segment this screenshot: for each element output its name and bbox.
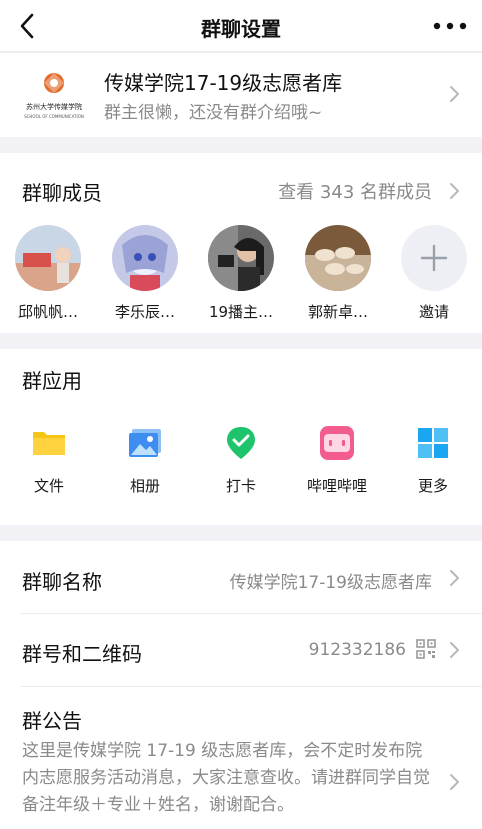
app-label: 哔哩哔哩 (306, 477, 367, 495)
check-in-icon (227, 427, 255, 459)
chevron-right-icon (450, 570, 459, 586)
invite-button[interactable]: 邀请 (391, 225, 477, 322)
chevron-right-icon (450, 642, 459, 658)
group-name-row[interactable]: 群聊名称 传媒学院17-19级志愿者库 (0, 541, 482, 613)
group-id-value: 912332186 (308, 640, 406, 660)
app-label: 更多 (417, 477, 448, 495)
svg-text:SCHOOL OF COMMUNICATION: SCHOOL OF COMMUNICATION (24, 114, 84, 119)
plus-icon[interactable] (401, 225, 467, 291)
members-section: 群聊成员 查看 343 名群成员 邱帆帆… 李乐辰… 19播主… 郭新卓… 邀请 (0, 153, 482, 333)
member-item[interactable]: 李乐辰… (102, 225, 188, 322)
row-label: 群聊名称 (22, 570, 102, 594)
school-logo: 苏州大学传媒学院 SCHOOL OF COMMUNICATION (24, 73, 84, 119)
grid-more-icon (418, 428, 448, 458)
qr-code-icon (416, 639, 436, 659)
app-more[interactable]: 更多 (390, 425, 476, 496)
group-id-row[interactable]: 群号和二维码 912332186 (0, 614, 482, 686)
app-label: 相册 (129, 477, 160, 495)
avatar (305, 225, 371, 291)
bilibili-icon (320, 426, 354, 460)
chevron-right-icon (450, 86, 459, 102)
member-name: 19播主… (208, 303, 274, 321)
group-profile-card[interactable]: 苏州大学传媒学院 SCHOOL OF COMMUNICATION 传媒学院17-… (0, 53, 482, 137)
member-name: 邱帆帆… (17, 303, 78, 321)
invite-label: 邀请 (418, 303, 449, 321)
app-bilibili[interactable]: 哔哩哔哩 (294, 425, 380, 496)
app-check-in[interactable]: 打卡 (198, 425, 284, 496)
nav-bar: 群聊设置 (0, 0, 482, 52)
svg-text:苏州大学传媒学院: 苏州大学传媒学院 (26, 102, 82, 111)
apps-title: 群应用 (22, 369, 82, 393)
avatar (112, 225, 178, 291)
member-item[interactable]: 邱帆帆… (5, 225, 91, 322)
app-files[interactable]: 文件 (6, 425, 92, 496)
app-label: 文件 (33, 477, 64, 495)
member-item[interactable]: 19播主… (198, 225, 284, 322)
photo-album-icon (129, 429, 161, 457)
folder-icon (33, 432, 65, 455)
chevron-right-icon[interactable] (449, 182, 461, 200)
member-item[interactable]: 郭新卓… (295, 225, 381, 322)
member-name: 郭新卓… (307, 303, 368, 321)
group-notice-text: 这里是传媒学院 17-19 级志愿者库，会不定时发布院内志愿服务活动消息，大家注… (22, 741, 430, 815)
members-title: 群聊成员 (22, 181, 102, 205)
more-options-icon[interactable] (432, 16, 468, 36)
app-album[interactable]: 相册 (102, 425, 188, 496)
app-label: 打卡 (225, 477, 256, 495)
group-intro: 群主很懒，还没有群介绍哦~ (104, 103, 323, 123)
group-name: 传媒学院17-19级志愿者库 (104, 71, 343, 95)
row-label: 群号和二维码 (22, 642, 142, 666)
avatar (208, 225, 274, 291)
settings-list: 群聊名称 传媒学院17-19级志愿者库 群号和二维码 912332186 群公告 (0, 541, 482, 829)
group-apps-section: 群应用 文件 相册 打卡 哔哩哔哩 更多 (0, 349, 482, 525)
group-name-value: 传媒学院17-19级志愿者库 (229, 573, 432, 593)
page-title: 群聊设置 (201, 17, 281, 41)
avatar (15, 225, 81, 291)
view-all-members-link[interactable]: 查看 343 名群成员 (278, 178, 432, 204)
chevron-right-icon (450, 774, 459, 790)
member-name: 李乐辰… (114, 303, 175, 321)
row-label: 群公告 (22, 709, 82, 733)
